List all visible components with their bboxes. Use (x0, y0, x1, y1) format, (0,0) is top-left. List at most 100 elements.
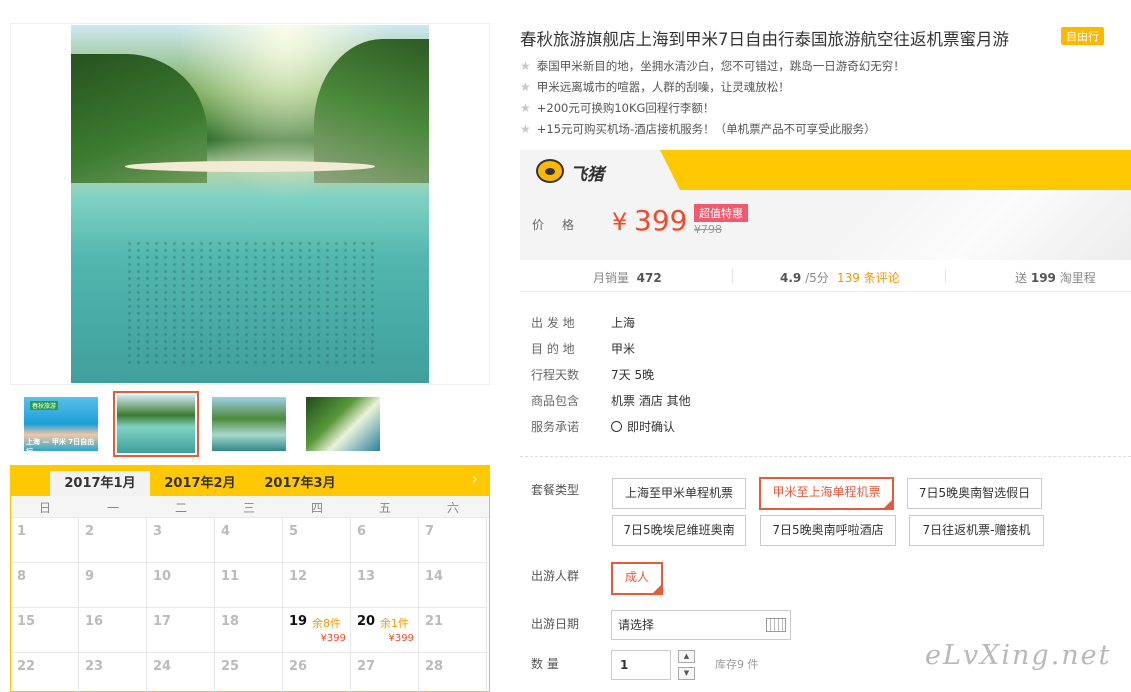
calendar-day: 9 (79, 563, 147, 608)
day-number: 13 (357, 569, 376, 584)
calendar-day: 10 (147, 563, 215, 608)
thumbnail-4[interactable] (302, 393, 384, 455)
day-number: 10 (153, 569, 172, 584)
calendar-day: 25 (215, 653, 283, 692)
thumbnail-2[interactable] (113, 391, 199, 457)
date-input[interactable]: 请选择 (611, 610, 791, 640)
section-divider (520, 456, 1131, 457)
day-number: 6 (357, 524, 367, 539)
weekday-label: 三 (242, 501, 255, 515)
calendar-day-available[interactable]: 20 余1件 ¥399 (351, 608, 419, 653)
monthly-sales: 月销量 472 (593, 271, 662, 285)
qty-label: 数 量 (531, 657, 559, 671)
day-price: ¥399 (388, 633, 414, 644)
package-option[interactable]: 7日往返机票-赠接机 (909, 515, 1044, 546)
calendar-day: 2 (79, 518, 147, 563)
day-number: 21 (425, 614, 444, 629)
package-option-selected[interactable]: 甲米至上海单程机票 (759, 477, 894, 510)
star-icon: ★ (520, 122, 531, 136)
calendar-tab-jan[interactable]: 2017年1月 (50, 471, 150, 496)
star-icon: ★ (520, 101, 531, 115)
star-icon: ★ (520, 80, 531, 94)
day-stock: 余1件 (380, 617, 409, 630)
calendar-header: 2017年1月 2017年2月 2017年3月 › (10, 465, 490, 496)
qty-increase-button[interactable]: ▲ (678, 650, 695, 663)
day-number: 15 (17, 614, 36, 629)
feature-item: ★ 甲米远离城市的喧嚣，人群的刮噪，让灵魂放松！ (520, 80, 790, 94)
calendar-day: 16 (79, 608, 147, 653)
weekday-label: 五 (378, 501, 391, 515)
weekday-label: 六 (446, 501, 459, 515)
day-number: 28 (425, 659, 444, 674)
chevron-right-icon[interactable]: › (472, 469, 478, 488)
rating: 4.9 /5分 (780, 271, 829, 285)
reviews-link[interactable]: 139 条评论 (837, 269, 900, 286)
calendar-day: 13 (351, 563, 419, 608)
package-label: 套餐类型 (531, 483, 580, 497)
calendar-day: 12 (283, 563, 351, 608)
day-number: 17 (153, 614, 172, 629)
day-number: 1 (17, 524, 27, 539)
original-price: ¥798 (694, 223, 722, 236)
calendar-day: 6 (351, 518, 419, 563)
price-currency: ¥ (612, 208, 628, 236)
calendar-icon[interactable] (766, 618, 786, 632)
feature-item: ★ 泰国甲米新目的地，坐拥水清沙白，您不可错过，跳岛一日游奇幻无穷！ (520, 59, 905, 73)
calendar-day: 5 (283, 518, 351, 563)
calendar-day: 24 (147, 653, 215, 692)
crowd-option-adult[interactable]: 成人 (611, 562, 663, 595)
calendar-day: 22 (11, 653, 79, 692)
points: 送 199 淘里程 (1015, 271, 1096, 285)
deal-badge: 超值特惠 (694, 204, 748, 222)
day-number: 8 (17, 569, 27, 584)
photo-fish (124, 239, 376, 366)
day-number: 18 (221, 614, 240, 629)
calendar-day: 26 (283, 653, 351, 692)
package-option[interactable]: 7日5晚埃尼维班奥南 (612, 515, 746, 546)
calendar-day: 3 (147, 518, 215, 563)
check-circle-icon (611, 421, 622, 432)
day-number: 7 (425, 524, 435, 539)
day-price: ¥399 (320, 633, 346, 644)
day-number: 22 (17, 659, 36, 674)
fliggy-logo: 飞猪 (536, 158, 636, 185)
thumbnail-1[interactable]: 春秋旅游 上海 — 甲米 7日自由行 (20, 393, 102, 456)
qty-decrease-button[interactable]: ▼ (678, 667, 695, 680)
calendar-tab-feb[interactable]: 2017年2月 (154, 471, 246, 496)
day-number: 9 (85, 569, 95, 584)
day-number: 25 (221, 659, 240, 674)
calendar-day-available[interactable]: 19 余8件 ¥399 (283, 608, 351, 653)
day-number: 24 (153, 659, 172, 674)
calendar-day: 8 (11, 563, 79, 608)
calendar-day: 15 (11, 608, 79, 653)
product-title: 春秋旅游旗舰店上海到甲米7日自由行泰国旅游航空往返机票蜜月游 (520, 30, 1009, 49)
feature-item: ★ +15元可购买机场-酒店接机服务！（单机票产品不可享受此服务） (520, 122, 876, 136)
photo-beach (124, 161, 376, 172)
calendar-day: 14 (419, 563, 487, 608)
calendar-day: 11 (215, 563, 283, 608)
calendar-weekdays: 日一二三四五六 (11, 496, 489, 518)
day-stock: 余8件 (312, 617, 341, 630)
crowd-label: 出游人群 (531, 569, 580, 583)
package-option[interactable]: 上海至甲米单程机票 (612, 478, 746, 509)
brand-name: 飞猪 (570, 165, 604, 185)
watermark: eLvXing.net (925, 640, 1112, 671)
day-number: 4 (221, 524, 231, 539)
price-panel: 飞猪 价格 ¥ 399 超值特惠 ¥798 (520, 150, 1131, 260)
calendar-day: 21 (419, 608, 487, 653)
day-number: 11 (221, 569, 240, 584)
feature-item: ★ +200元可换购10KG回程行李额！ (520, 101, 715, 115)
quantity-input[interactable]: 1 (611, 650, 671, 680)
thumbnail-3[interactable] (208, 393, 290, 455)
day-number: 14 (425, 569, 444, 584)
main-photo[interactable] (71, 25, 429, 383)
calendar-day: 7 (419, 518, 487, 563)
main-photo-frame (10, 23, 490, 385)
calendar-tab-mar[interactable]: 2017年3月 (254, 471, 346, 496)
price-value: 399 (634, 204, 688, 237)
calendar-day: 28 (419, 653, 487, 692)
calendar-day: 4 (215, 518, 283, 563)
pig-icon (536, 159, 564, 183)
package-option[interactable]: 7日5晚奥南智选假日 (907, 478, 1042, 509)
package-option[interactable]: 7日5晚奥南呼啦酒店 (760, 515, 896, 546)
